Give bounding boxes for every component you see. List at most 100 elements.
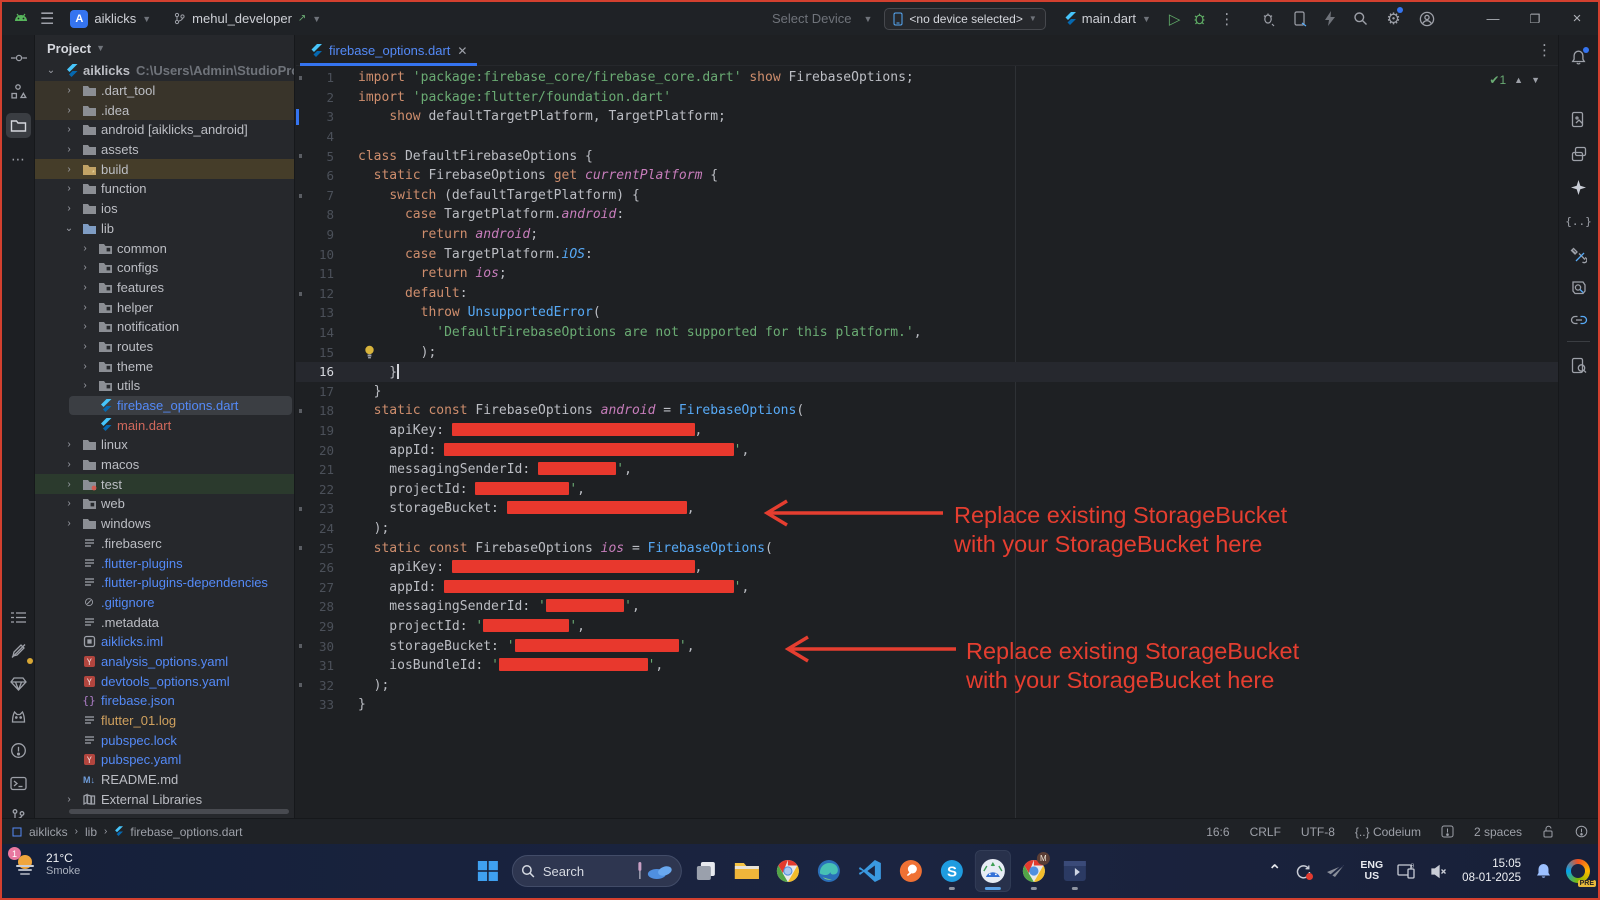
taskbar-app-vscode[interactable] [853,851,887,891]
caret-position[interactable]: 16:6 [1206,825,1229,839]
line-separator[interactable]: CRLF [1250,825,1281,839]
tree-item-pubspec-lock[interactable]: pubspec.lock [35,730,294,750]
code-line-12[interactable]: 12 default: [296,284,1558,304]
chevron-right-icon[interactable]: › [63,203,75,214]
search-everywhere-icon[interactable] [1353,11,1368,26]
tree-item--flutter-plugins-dependencies[interactable]: .flutter-plugins-dependencies [35,573,294,593]
code-line-33[interactable]: 33} [296,695,1558,715]
code-line-10[interactable]: 10 case TargetPlatform.iOS: [296,244,1558,264]
onedrive-paused-icon[interactable] [1326,863,1346,879]
tree-item-windows[interactable]: › windows [35,514,294,534]
cast-device-icon[interactable]: B [1397,863,1416,879]
chevron-right-icon[interactable]: › [79,380,91,391]
code-viewport[interactable]: 1 import 'package:firebase_core/firebase_… [296,68,1558,818]
chevron-right-icon[interactable]: › [63,518,75,529]
tree-item-main-dart[interactable]: main.dart [35,415,294,435]
tree-item-features[interactable]: › features [35,278,294,298]
tree-item-web[interactable]: › web [35,494,294,514]
weather-widget[interactable]: 1 21°C Smoke [8,847,80,877]
code-line-15[interactable]: 15 ); [296,342,1558,362]
breadcrumb-file[interactable]: firebase_options.dart [130,825,242,839]
code-line-8[interactable]: 8 case TargetPlatform.android: [296,205,1558,225]
chevron-right-icon[interactable]: › [79,282,91,293]
code-line-27[interactable]: 27 appId: ', [296,577,1558,597]
tree-item-common[interactable]: › common [35,238,294,258]
tab-close-icon[interactable]: ✕ [457,44,467,58]
attach-debugger-icon[interactable] [1260,11,1276,27]
debug-button[interactable] [1192,11,1207,26]
window-minimize-button[interactable]: — [1472,2,1514,35]
chevron-down-icon[interactable]: ⌄ [63,223,75,234]
run-config-selector[interactable]: main.dart ▼ [1058,8,1157,29]
chevron-right-icon[interactable]: › [63,794,75,805]
stripe-more-button[interactable]: ⋯ [6,147,31,172]
window-close-button[interactable]: × [1556,2,1598,35]
stripe-structure-button[interactable] [6,79,31,104]
stripe-spark-button[interactable] [1566,175,1591,200]
chevron-right-icon[interactable]: › [63,164,75,175]
chevron-right-icon[interactable]: › [63,479,75,490]
tree-item-theme[interactable]: › theme [35,356,294,376]
chevron-right-icon[interactable]: › [63,459,75,470]
vcs-branch-selector[interactable]: mehul_developer ↗ ▼ [167,8,327,29]
run-button[interactable]: ▷ [1169,10,1181,28]
stripe-device-preview-button[interactable] [1566,107,1591,132]
settings-gear-icon[interactable]: ⚙ [1386,6,1404,29]
chevron-right-icon[interactable]: › [63,124,75,135]
notifications-status-icon[interactable] [1575,825,1588,838]
stripe-folder-tool-button[interactable] [6,113,31,138]
tree-item-function[interactable]: › function [35,179,294,199]
chevron-right-icon[interactable]: › [63,144,75,155]
tree-item-linux[interactable]: › linux [35,435,294,455]
tree-item-pubspec-yaml[interactable]: Ypubspec.yaml [35,750,294,770]
breadcrumb[interactable]: aiklicks › lib › firebase_options.dart [2,825,242,839]
breadcrumb-lib[interactable]: lib [85,825,97,839]
more-actions-icon[interactable]: ⋮ [1219,10,1234,28]
tree-item-configs[interactable]: › configs [35,258,294,278]
tree-item-flutter-01-log[interactable]: flutter_01.log [35,711,294,731]
code-line-17[interactable]: 17 } [296,382,1558,402]
chevron-right-icon[interactable]: › [63,183,75,194]
tray-chevron-up-icon[interactable]: ⌃ [1268,861,1281,881]
code-line-32[interactable]: 32 ); [296,675,1558,695]
clock-widget[interactable]: 15:05 08-01-2025 [1462,857,1521,885]
warning-box-icon[interactable] [1441,825,1454,838]
code-line-26[interactable]: 26 apiKey: , [296,558,1558,578]
tree-item-aiklicks-iml[interactable]: aiklicks.iml [35,632,294,652]
device-manager-icon[interactable] [1294,10,1307,27]
tree-item-utils[interactable]: › utils [35,376,294,396]
code-line-9[interactable]: 9 return android; [296,225,1558,245]
code-line-16[interactable]: 16 } [296,361,1558,382]
tab-firebase-options[interactable]: firebase_options.dart ✕ [300,35,478,66]
stripe-bug-search-button[interactable] [1566,275,1591,300]
code-line-2[interactable]: 2 import 'package:flutter/foundation.dart… [296,88,1558,108]
tree-item-android-aiklicks-android-[interactable]: › android [aiklicks_android] [35,120,294,140]
tree-item-firebase-options-dart[interactable]: firebase_options.dart [35,395,294,416]
chevron-right-icon[interactable]: › [63,439,75,450]
taskbar-search[interactable]: Search [511,855,682,887]
chevron-right-icon[interactable]: › [63,85,75,96]
tree-item--firebaserc[interactable]: .firebaserc [35,534,294,554]
chevron-right-icon[interactable]: › [79,302,91,313]
code-line-4[interactable]: 4 [296,127,1558,147]
select-device-label[interactable]: Select Device [772,11,851,26]
tree-item-analysis-options-yaml[interactable]: Yanalysis_options.yaml [35,652,294,672]
code-line-6[interactable]: 6 static FirebaseOptions get currentPlat… [296,166,1558,186]
tree-item-external-libraries[interactable]: › External Libraries [35,789,294,809]
lock-open-icon[interactable] [1542,825,1555,838]
tree-item-lib[interactable]: ⌄ lib [35,219,294,239]
tree-item-aiklicks[interactable]: ⌄ aiklicksC:\Users\Admin\StudioProjects\a… [35,61,294,81]
stripe-copies-button[interactable] [1566,141,1591,166]
tree-item--gitignore[interactable]: ⊘ .gitignore [35,593,294,613]
taskbar-app-mediaapp[interactable] [1058,851,1092,891]
tree-item-macos[interactable]: › macos [35,455,294,475]
code-line-19[interactable]: 19 apiKey: , [296,421,1558,441]
code-line-21[interactable]: 21 messagingSenderId: ', [296,460,1558,480]
file-encoding[interactable]: UTF-8 [1301,825,1335,839]
code-line-1[interactable]: 1 import 'package:firebase_core/firebase_… [296,68,1558,88]
indent-setting[interactable]: 2 spaces [1474,825,1522,839]
copilot-icon[interactable]: PRE [1566,859,1596,887]
stripe-list-button[interactable] [6,605,31,630]
tree-item--metadata[interactable]: .metadata [35,612,294,632]
stripe-tools-button[interactable] [1566,243,1591,268]
